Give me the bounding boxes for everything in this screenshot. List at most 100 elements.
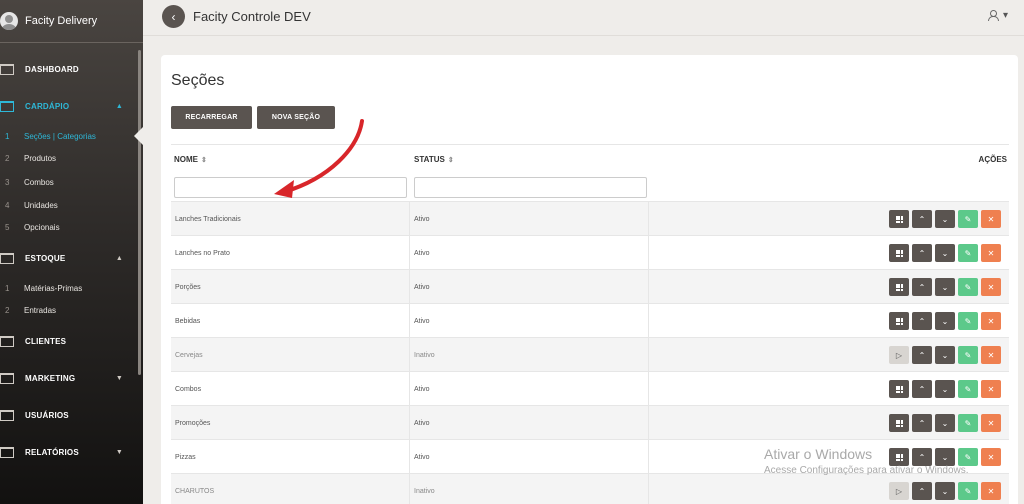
subitem-number: 4 <box>5 201 10 210</box>
edit-button[interactable]: ✎ <box>958 346 978 364</box>
sidebar-item-cardapio[interactable]: CARDÁPIO ▲ <box>0 101 143 112</box>
row-actions: ⌃ ⌄ ✎ ✕ <box>889 210 1001 228</box>
reload-button[interactable]: RECARREGAR <box>171 106 252 129</box>
move-down-button[interactable]: ⌄ <box>935 210 955 228</box>
delete-button[interactable]: ✕ <box>981 244 1001 262</box>
chevron-up-icon: ⌃ <box>918 350 926 360</box>
edit-button[interactable]: ✎ <box>958 278 978 296</box>
move-up-button[interactable]: ⌃ <box>912 278 932 296</box>
chevron-down-icon: ▼ <box>115 449 123 456</box>
section-name: Combos <box>171 372 410 406</box>
move-down-button[interactable]: ⌄ <box>935 312 955 330</box>
sidebar-item-label: DASHBOARD <box>25 65 79 74</box>
move-up-button[interactable]: ⌃ <box>912 312 932 330</box>
chevron-down-icon: ⌄ <box>941 282 949 292</box>
section-name: CHARUTOS <box>171 474 410 504</box>
row-actions: ⌃ ⌄ ✎ ✕ <box>889 278 1001 296</box>
delete-button[interactable]: ✕ <box>981 414 1001 432</box>
delete-button[interactable]: ✕ <box>981 448 1001 466</box>
sidebar: Facity Delivery DASHBOARD CARDÁPIO ▲ 1 S… <box>0 0 143 504</box>
subitem-label: Unidades <box>24 201 58 210</box>
sidebar-item-relatorios[interactable]: RELATÓRIOS ▼ <box>0 447 143 458</box>
move-down-button[interactable]: ⌄ <box>935 278 955 296</box>
edit-button[interactable]: ✎ <box>958 414 978 432</box>
items-button[interactable] <box>889 312 909 330</box>
activate-button[interactable]: ▷ <box>889 482 909 500</box>
subitem-number: 1 <box>5 132 10 141</box>
watermark-title: Ativar o Windows <box>764 446 873 462</box>
edit-button[interactable]: ✎ <box>958 210 978 228</box>
brand[interactable]: Facity Delivery <box>0 0 143 43</box>
edit-button[interactable]: ✎ <box>958 380 978 398</box>
sidebar-subitem-secoes[interactable]: 1 Seções | Categorias <box>0 127 143 145</box>
user-menu[interactable]: ▾ <box>987 10 1008 21</box>
sidebar-subitem-produtos[interactable]: 2 Produtos <box>0 154 143 163</box>
sidebar-subitem-opcionais[interactable]: 5 Opcionais <box>0 223 143 232</box>
sidebar-item-label: CARDÁPIO <box>25 102 70 111</box>
avatar <box>0 12 18 30</box>
watermark-subtitle: Acesse Configurações para ativar o Windo… <box>764 465 969 476</box>
items-button[interactable] <box>889 380 909 398</box>
back-button[interactable]: ‹ <box>162 5 185 28</box>
chevron-up-icon: ⌃ <box>918 486 926 496</box>
play-icon: ▷ <box>895 350 903 360</box>
items-button[interactable] <box>889 210 909 228</box>
section-name: Bebidas <box>171 304 410 338</box>
activate-button[interactable]: ▷ <box>889 346 909 364</box>
subitem-number: 5 <box>5 223 10 232</box>
chevron-up-icon: ⌃ <box>918 418 926 428</box>
edit-button[interactable]: ✎ <box>958 244 978 262</box>
delete-button[interactable]: ✕ <box>981 278 1001 296</box>
items-button[interactable] <box>889 278 909 296</box>
chevron-up-icon: ⌃ <box>918 214 926 224</box>
move-up-button[interactable]: ⌃ <box>912 414 932 432</box>
delete-button[interactable]: ✕ <box>981 380 1001 398</box>
delete-button[interactable]: ✕ <box>981 346 1001 364</box>
move-up-button[interactable]: ⌃ <box>912 346 932 364</box>
move-down-button[interactable]: ⌄ <box>935 380 955 398</box>
items-button[interactable] <box>889 244 909 262</box>
book-icon <box>0 447 14 458</box>
column-header-name[interactable]: NOME ⇕ <box>174 155 207 164</box>
move-down-button[interactable]: ⌄ <box>935 244 955 262</box>
chevron-up-icon: ⌃ <box>918 384 926 394</box>
sidebar-subitem-combos[interactable]: 3 Combos <box>0 178 143 187</box>
section-status: Inativo <box>410 474 649 504</box>
sidebar-item-marketing[interactable]: MARKETING ▼ <box>0 373 143 384</box>
delete-button[interactable]: ✕ <box>981 482 1001 500</box>
edit-button[interactable]: ✎ <box>958 482 978 500</box>
chevron-up-icon: ▲ <box>115 103 123 110</box>
delete-button[interactable]: ✕ <box>981 312 1001 330</box>
app-title: Facity Controle DEV <box>193 9 311 24</box>
move-up-button[interactable]: ⌃ <box>912 210 932 228</box>
close-icon: ✕ <box>987 384 995 394</box>
move-down-button[interactable]: ⌄ <box>935 414 955 432</box>
move-up-button[interactable]: ⌃ <box>912 482 932 500</box>
grid-icon <box>895 249 903 257</box>
sidebar-item-clientes[interactable]: CLIENTES <box>0 336 143 347</box>
table-row: Bebidas Ativo ⌃ ⌄ ✎ ✕ <box>171 303 1009 338</box>
sidebar-item-estoque[interactable]: ESTOQUE ▲ <box>0 253 143 264</box>
move-up-button[interactable]: ⌃ <box>912 244 932 262</box>
edit-icon: ✎ <box>964 384 972 394</box>
subitem-number: 2 <box>5 154 10 163</box>
sidebar-scrollbar[interactable] <box>138 50 141 375</box>
edit-button[interactable]: ✎ <box>958 312 978 330</box>
move-down-button[interactable]: ⌄ <box>935 346 955 364</box>
delete-button[interactable]: ✕ <box>981 210 1001 228</box>
subitem-label: Seções | Categorias <box>24 132 96 141</box>
section-status: Ativo <box>410 202 649 236</box>
column-header-status[interactable]: STATUS ⇕ <box>414 155 454 164</box>
status-filter-input[interactable] <box>414 177 647 198</box>
sidebar-item-dashboard[interactable]: DASHBOARD <box>0 64 143 75</box>
sidebar-subitem-unidades[interactable]: 4 Unidades <box>0 201 143 210</box>
sidebar-subitem-materias-primas[interactable]: 1 Matérias-Primas <box>0 284 143 293</box>
items-button[interactable] <box>889 414 909 432</box>
subitem-number: 1 <box>5 284 10 293</box>
move-down-button[interactable]: ⌄ <box>935 482 955 500</box>
sidebar-item-usuarios[interactable]: USUÁRIOS <box>0 410 143 421</box>
column-label: STATUS <box>414 155 445 164</box>
move-up-button[interactable]: ⌃ <box>912 380 932 398</box>
sidebar-subitem-entradas[interactable]: 2 Entradas <box>0 306 143 315</box>
table-row: Combos Ativo ⌃ ⌄ ✎ ✕ <box>171 371 1009 406</box>
